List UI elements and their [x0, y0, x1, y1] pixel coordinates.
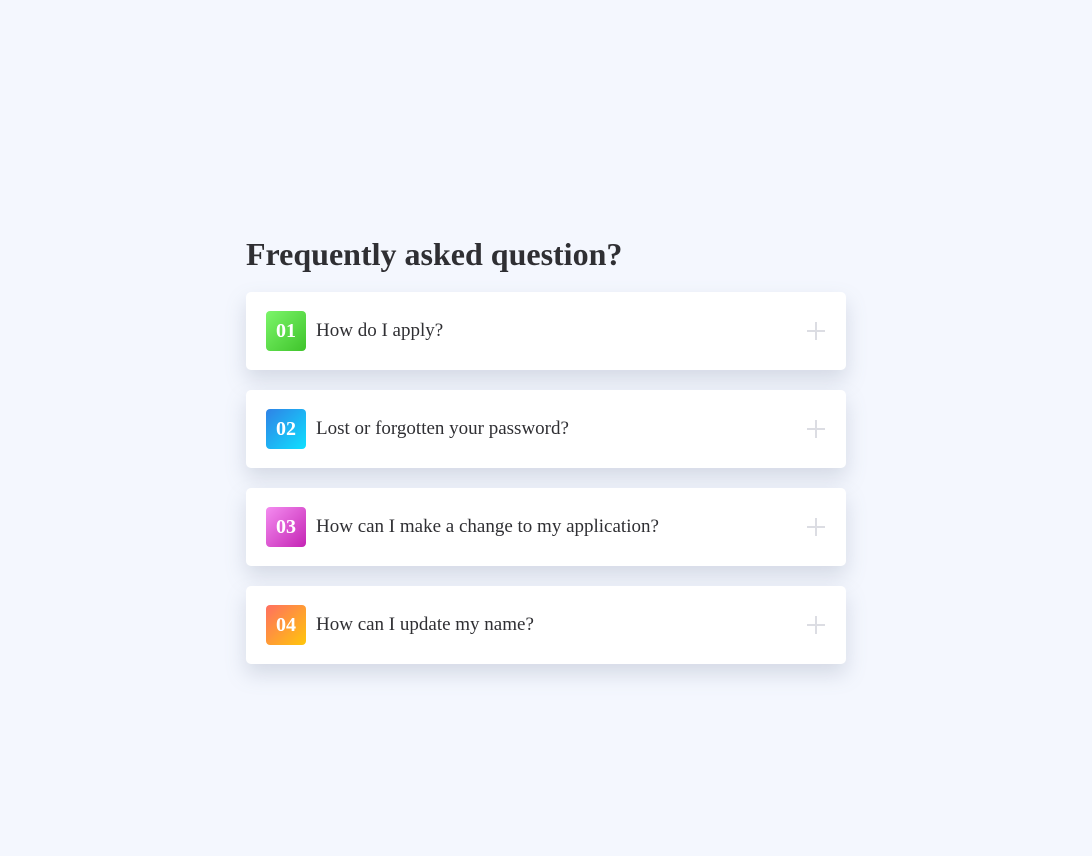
faq-number-badge: 01 [266, 311, 306, 351]
faq-item-2[interactable]: 02 Lost or forgotten your password? [246, 390, 846, 468]
faq-question: How can I make a change to my applicatio… [316, 516, 659, 537]
plus-icon[interactable] [807, 518, 825, 536]
plus-icon[interactable] [807, 420, 825, 438]
page-title: Frequently asked question? [246, 236, 623, 272]
plus-icon[interactable] [807, 322, 825, 340]
faq-section: Frequently asked question? 01 How do I a… [246, 234, 846, 684]
faq-question: How do I apply? [316, 320, 444, 341]
faq-item-1[interactable]: 01 How do I apply? [246, 292, 846, 370]
faq-question: How can I update my name? [316, 614, 534, 635]
plus-icon[interactable] [807, 616, 825, 634]
faq-item-3[interactable]: 03 How can I make a change to my applica… [246, 488, 846, 566]
faq-question: Lost or forgotten your password? [316, 418, 569, 439]
faq-number-badge: 04 [266, 605, 306, 645]
faq-number-badge: 03 [266, 507, 306, 547]
faq-item-4[interactable]: 04 How can I update my name? [246, 586, 846, 664]
faq-number-badge: 02 [266, 409, 306, 449]
